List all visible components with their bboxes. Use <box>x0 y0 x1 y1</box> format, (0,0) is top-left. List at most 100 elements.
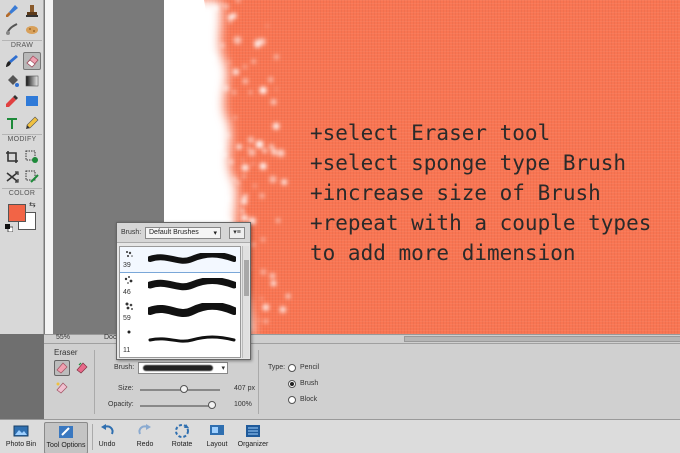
scrollbar-thumb[interactable] <box>244 260 249 296</box>
brush-item[interactable]: 39 <box>120 247 240 273</box>
pencil-icon <box>26 116 39 129</box>
tool-options-icon <box>59 426 73 438</box>
sparkle <box>251 162 255 166</box>
sparkle <box>235 0 241 3</box>
brush-stroke-preview <box>148 278 236 291</box>
sparkle <box>243 64 247 69</box>
brush-list-scrollbar[interactable] <box>242 246 249 358</box>
type-brush-label[interactable]: Brush <box>300 380 318 387</box>
sparkle <box>269 175 277 183</box>
sparkle <box>236 181 240 185</box>
sparkle <box>261 237 265 242</box>
opacity-value[interactable]: 100% <box>234 401 252 408</box>
sparkle <box>279 306 286 313</box>
type-pencil-label[interactable]: Pencil <box>300 364 319 371</box>
opacity-slider[interactable] <box>140 405 212 407</box>
move-arrows-icon <box>6 171 19 183</box>
toolbox: DRAW MODIFY COLOR ⇆ <box>0 0 44 334</box>
photo-bin-button[interactable]: Photo Bin <box>4 422 38 453</box>
magic-eraser-option[interactable] <box>54 380 70 396</box>
sparkle <box>214 143 222 151</box>
sparkle <box>259 193 265 199</box>
undo-button[interactable]: Undo <box>96 422 118 453</box>
brush-item[interactable]: 46 <box>120 273 240 298</box>
sparkle <box>223 3 229 10</box>
horizontal-scrollbar[interactable] <box>404 336 680 342</box>
healing-tool[interactable] <box>3 20 21 38</box>
sparkle <box>270 99 277 105</box>
tool-options-button[interactable]: Tool Options <box>44 422 88 453</box>
stamp-tool[interactable] <box>23 2 41 20</box>
taskbar-divider <box>92 424 93 450</box>
brush-dropdown[interactable]: ▾ <box>138 362 228 374</box>
paint-bucket-icon <box>8 75 19 87</box>
eraser-icon <box>26 55 39 68</box>
default-colors-icon[interactable] <box>5 224 13 232</box>
editor-window: DRAW MODIFY COLOR ⇆ +select Eraser tool … <box>0 0 680 453</box>
sponge-tip-icon <box>124 276 133 284</box>
brush-tool[interactable] <box>3 2 21 20</box>
type-block-label[interactable]: Block <box>300 396 317 403</box>
sparkle <box>222 205 225 209</box>
size-label: Size: <box>118 385 134 392</box>
straighten-tool[interactable] <box>23 168 41 186</box>
content-move-tool[interactable] <box>3 168 21 186</box>
rotate-button[interactable]: Rotate <box>168 422 196 453</box>
type-pencil-radio[interactable] <box>288 364 296 372</box>
swap-colors-icon[interactable]: ⇆ <box>29 200 36 209</box>
organizer-icon <box>246 425 260 437</box>
brush-picker-label: Brush: <box>121 229 142 236</box>
brush-list[interactable]: 39 46 59 11 <box>119 246 241 358</box>
brush-set-dropdown[interactable]: Default Brushes ▾ <box>145 227 221 239</box>
sparkle <box>225 133 230 138</box>
sparkle <box>259 162 267 170</box>
sparkle <box>229 159 234 165</box>
foreground-color-swatch[interactable] <box>8 204 26 222</box>
toolbox-divider <box>2 134 42 135</box>
shape-tool[interactable] <box>23 92 41 110</box>
sparkle <box>253 184 257 188</box>
sparkle <box>247 146 250 150</box>
paint-bucket-tool[interactable] <box>3 72 21 90</box>
crop-tool[interactable] <box>3 148 21 166</box>
brush-item[interactable]: 11 <box>120 325 240 354</box>
brush-picker-popup: Brush: Default Brushes ▾ ▾≡ 39 46 59 11 <box>116 222 251 360</box>
sparkle <box>232 177 237 182</box>
pencil-tool[interactable] <box>23 114 41 132</box>
brush-label: Brush: <box>114 364 135 371</box>
size-value[interactable]: 407 px <box>234 385 255 392</box>
sparkle <box>268 77 274 83</box>
background-eraser-option[interactable] <box>74 360 90 376</box>
sponge-tool[interactable] <box>23 20 41 38</box>
sparkle <box>220 43 225 48</box>
sparkle <box>275 88 278 91</box>
zoom-readout[interactable]: 55% <box>56 334 70 341</box>
taskbar-label: Photo Bin <box>5 441 37 448</box>
brush-item[interactable]: 59 <box>120 299 240 324</box>
document-info[interactable]: Doc <box>104 334 116 341</box>
sparkle <box>286 294 291 299</box>
brush-stroke-preview <box>148 303 236 317</box>
opacity-slider-handle[interactable] <box>208 401 216 409</box>
type-tool[interactable] <box>3 114 21 132</box>
sparkle <box>255 140 264 149</box>
sparkle <box>249 90 252 94</box>
gradient-tool[interactable] <box>23 72 41 90</box>
sparkle <box>242 175 246 178</box>
organizer-button[interactable]: Organizer <box>236 422 270 453</box>
type-label: Type: <box>268 364 286 371</box>
type-brush-radio[interactable] <box>288 380 296 388</box>
redo-button[interactable]: Redo <box>134 422 156 453</box>
eyedropper-tool[interactable] <box>3 92 21 110</box>
eraser-tool[interactable] <box>23 52 41 70</box>
type-block-radio[interactable] <box>288 396 296 404</box>
sparkle <box>232 68 239 75</box>
size-slider-handle[interactable] <box>180 385 188 393</box>
panel-menu-icon[interactable]: ▾≡ <box>229 227 245 239</box>
eraser-option[interactable] <box>54 360 70 376</box>
recompose-tool[interactable] <box>23 148 41 166</box>
paint-brush-tool[interactable] <box>3 52 21 70</box>
layout-button[interactable]: Layout <box>204 422 230 453</box>
sparkle <box>236 144 242 150</box>
recompose-icon <box>25 150 38 163</box>
